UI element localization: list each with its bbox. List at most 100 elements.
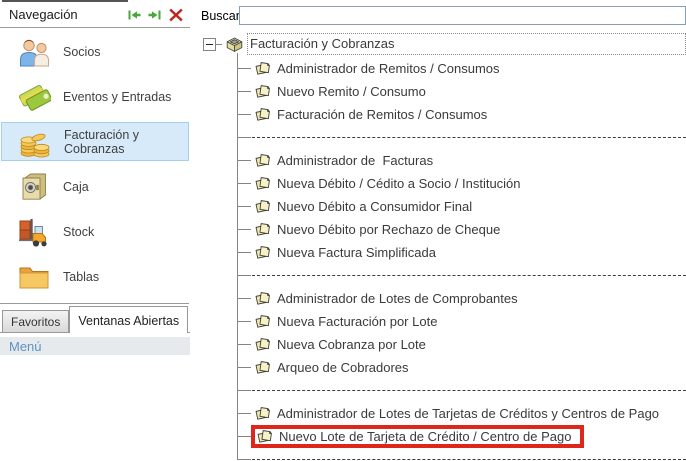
sidebar-item-label: Eventos y Entradas [63,90,171,104]
tree-connector-line [238,344,251,345]
forms-icon [254,199,271,214]
tree-item-nueva-debito-cedito-a-socio-institucion[interactable]: Nueva Débito / Cédito a Socio / Instituc… [200,172,686,195]
forms-icon [254,153,271,168]
tree-connector-line [238,413,251,414]
close-icon[interactable] [168,7,184,23]
forms-icon [254,360,271,375]
forms-icon [254,107,271,122]
tree-item-nuevo-lote-de-tarjeta-de-credito-centro-de-pago[interactable]: Nuevo Lote de Tarjeta de Crédito / Centr… [200,425,686,448]
forms-icon [254,245,271,260]
tree-item-label: Nueva Débito / Cédito a Socio / Instituc… [277,176,521,191]
tree-separator [200,126,686,149]
tree-items: Administrador de Remitos / ConsumosNuevo… [200,57,686,461]
tree-item-label: Nuevo Lote de Tarjeta de Crédito / Centr… [279,429,571,444]
tree-item-label: Arqueo de Cobradores [277,360,409,375]
sidebar-item-stock[interactable]: Stock [0,209,190,254]
open-box-icon [224,35,244,53]
tree-separator [200,264,686,287]
sidebar-item-facturacion-y-cobranzas[interactable]: Facturación y Cobranzas [1,122,189,161]
tree-item-administrador-de-lotes-de-comprobantes[interactable]: Administrador de Lotes de Comprobantes [200,287,686,310]
tree-connector-line [238,321,251,322]
tree-item-nuevo-debito-a-consumidor-final[interactable]: Nuevo Débito a Consumidor Final [200,195,686,218]
tree-item-label: Nueva Factura Simplificada [277,245,436,260]
tree-connector-line [238,298,251,299]
search-input[interactable] [239,6,686,25]
sidebar-item-label: Socios [63,45,101,59]
tab-ventanas-abiertas[interactable]: Ventanas Abiertas [69,306,188,333]
navigation-sidebar: Navegación Socios Eventos y Entradas Factu… [0,2,190,355]
tree-connector-line [238,436,251,437]
tree-connector-line [238,137,251,138]
menu-bar-item[interactable]: Menú [0,337,190,355]
sidebar-tabs: FavoritosVentanas Abiertas [0,305,190,333]
folder-icon [17,261,51,293]
expand-panel-icon[interactable] [148,10,161,20]
collapse-node-icon[interactable] [203,38,216,51]
tree-connector-line [238,91,251,92]
forms-icon [254,176,271,191]
tree-item-label: Nuevo Débito por Rechazo de Cheque [277,222,500,237]
tree-item-nueva-factura-simplificada[interactable]: Nueva Factura Simplificada [200,241,686,264]
tree-connector-line [238,206,251,207]
tree-item-administrador-de-facturas[interactable]: Administrador de Facturas [200,149,686,172]
sidebar-item-socios[interactable]: Socios [0,29,190,74]
tree-connector-line [238,68,251,69]
sidebar-item-tablas[interactable]: Tablas [0,254,190,299]
forms-icon [256,429,273,444]
tree-item-label: Nueva Cobranza por Lote [277,337,426,352]
sidebar-item-eventos-y-entradas[interactable]: Eventos y Entradas [0,74,190,119]
sidebar-item-label: Caja [63,180,89,194]
users-icon [17,36,51,68]
sidebar-header: Navegación [0,2,190,28]
tree-item-administrador-de-remitos-consumos[interactable]: Administrador de Remitos / Consumos [200,57,686,80]
forms-icon [254,314,271,329]
tab-favoritos[interactable]: Favoritos [2,310,69,332]
tree-separator [200,448,686,461]
tree-connector-line [238,160,251,161]
collapse-panel-icon[interactable] [128,10,141,20]
tree-item-label: Facturación de Remitos / Consumos [277,107,487,122]
forms-icon [254,291,271,306]
forms-icon [254,84,271,99]
sidebar-divider [0,303,189,304]
tree-connector-line [238,390,251,391]
menu-bar-label: Menú [9,339,42,354]
tree-connector-line [238,183,251,184]
tree-item-label: Administrador de Lotes de Tarjetas de Cr… [277,406,659,421]
tree-root-node: Facturación y Cobranzas [200,31,686,57]
forms-icon [254,406,271,421]
tree-item-nuevo-remito-consumo[interactable]: Nuevo Remito / Consumo [200,80,686,103]
sidebar-title: Navegación [9,7,128,22]
tree-connector-line [238,252,251,253]
forms-icon [254,337,271,352]
separator-dashed-line [252,137,686,138]
tree-connector-line [238,367,251,368]
tree-item-nuevo-debito-por-rechazo-de-cheque[interactable]: Nuevo Débito por Rechazo de Cheque [200,218,686,241]
forms-icon [254,61,271,76]
tree-item-label: Nueva Facturación por Lote [277,314,437,329]
app-window: Navegación Socios Eventos y Entradas Factu… [0,0,686,461]
sidebar-item-label: Facturación y Cobranzas [64,128,188,156]
separator-dashed-line [252,275,686,276]
tree-item-administrador-de-lotes-de-tarjetas-de-creditos-y[interactable]: Administrador de Lotes de Tarjetas de Cr… [200,402,686,425]
sidebar-item-caja[interactable]: Caja [0,164,190,209]
tree-connector-line [238,275,251,276]
tree-item-label: Nuevo Débito a Consumidor Final [277,199,472,214]
tree-connector-line [238,229,251,230]
tree-separator [200,379,686,402]
forms-icon [254,222,271,237]
tree-item-nueva-cobranza-por-lote[interactable]: Nueva Cobranza por Lote [200,333,686,356]
tree-connector-line [238,459,251,460]
separator-dashed-line [252,459,686,460]
menu-tree: Facturación y Cobranzas Administrador de… [200,31,686,461]
forklift-icon [17,216,51,248]
highlight-box: Nuevo Lote de Tarjeta de Crédito / Centr… [251,425,584,448]
tree-root-label[interactable]: Facturación y Cobranzas [247,33,686,55]
tickets-icon [17,81,51,113]
tree-item-nueva-facturacion-por-lote[interactable]: Nueva Facturación por Lote [200,310,686,333]
safe-icon [17,171,51,203]
tree-item-arqueo-de-cobradores[interactable]: Arqueo de Cobradores [200,356,686,379]
tree-item-facturacion-de-remitos-consumos[interactable]: Facturación de Remitos / Consumos [200,103,686,126]
sidebar-header-actions [128,7,184,23]
tree-connector-line [238,114,251,115]
